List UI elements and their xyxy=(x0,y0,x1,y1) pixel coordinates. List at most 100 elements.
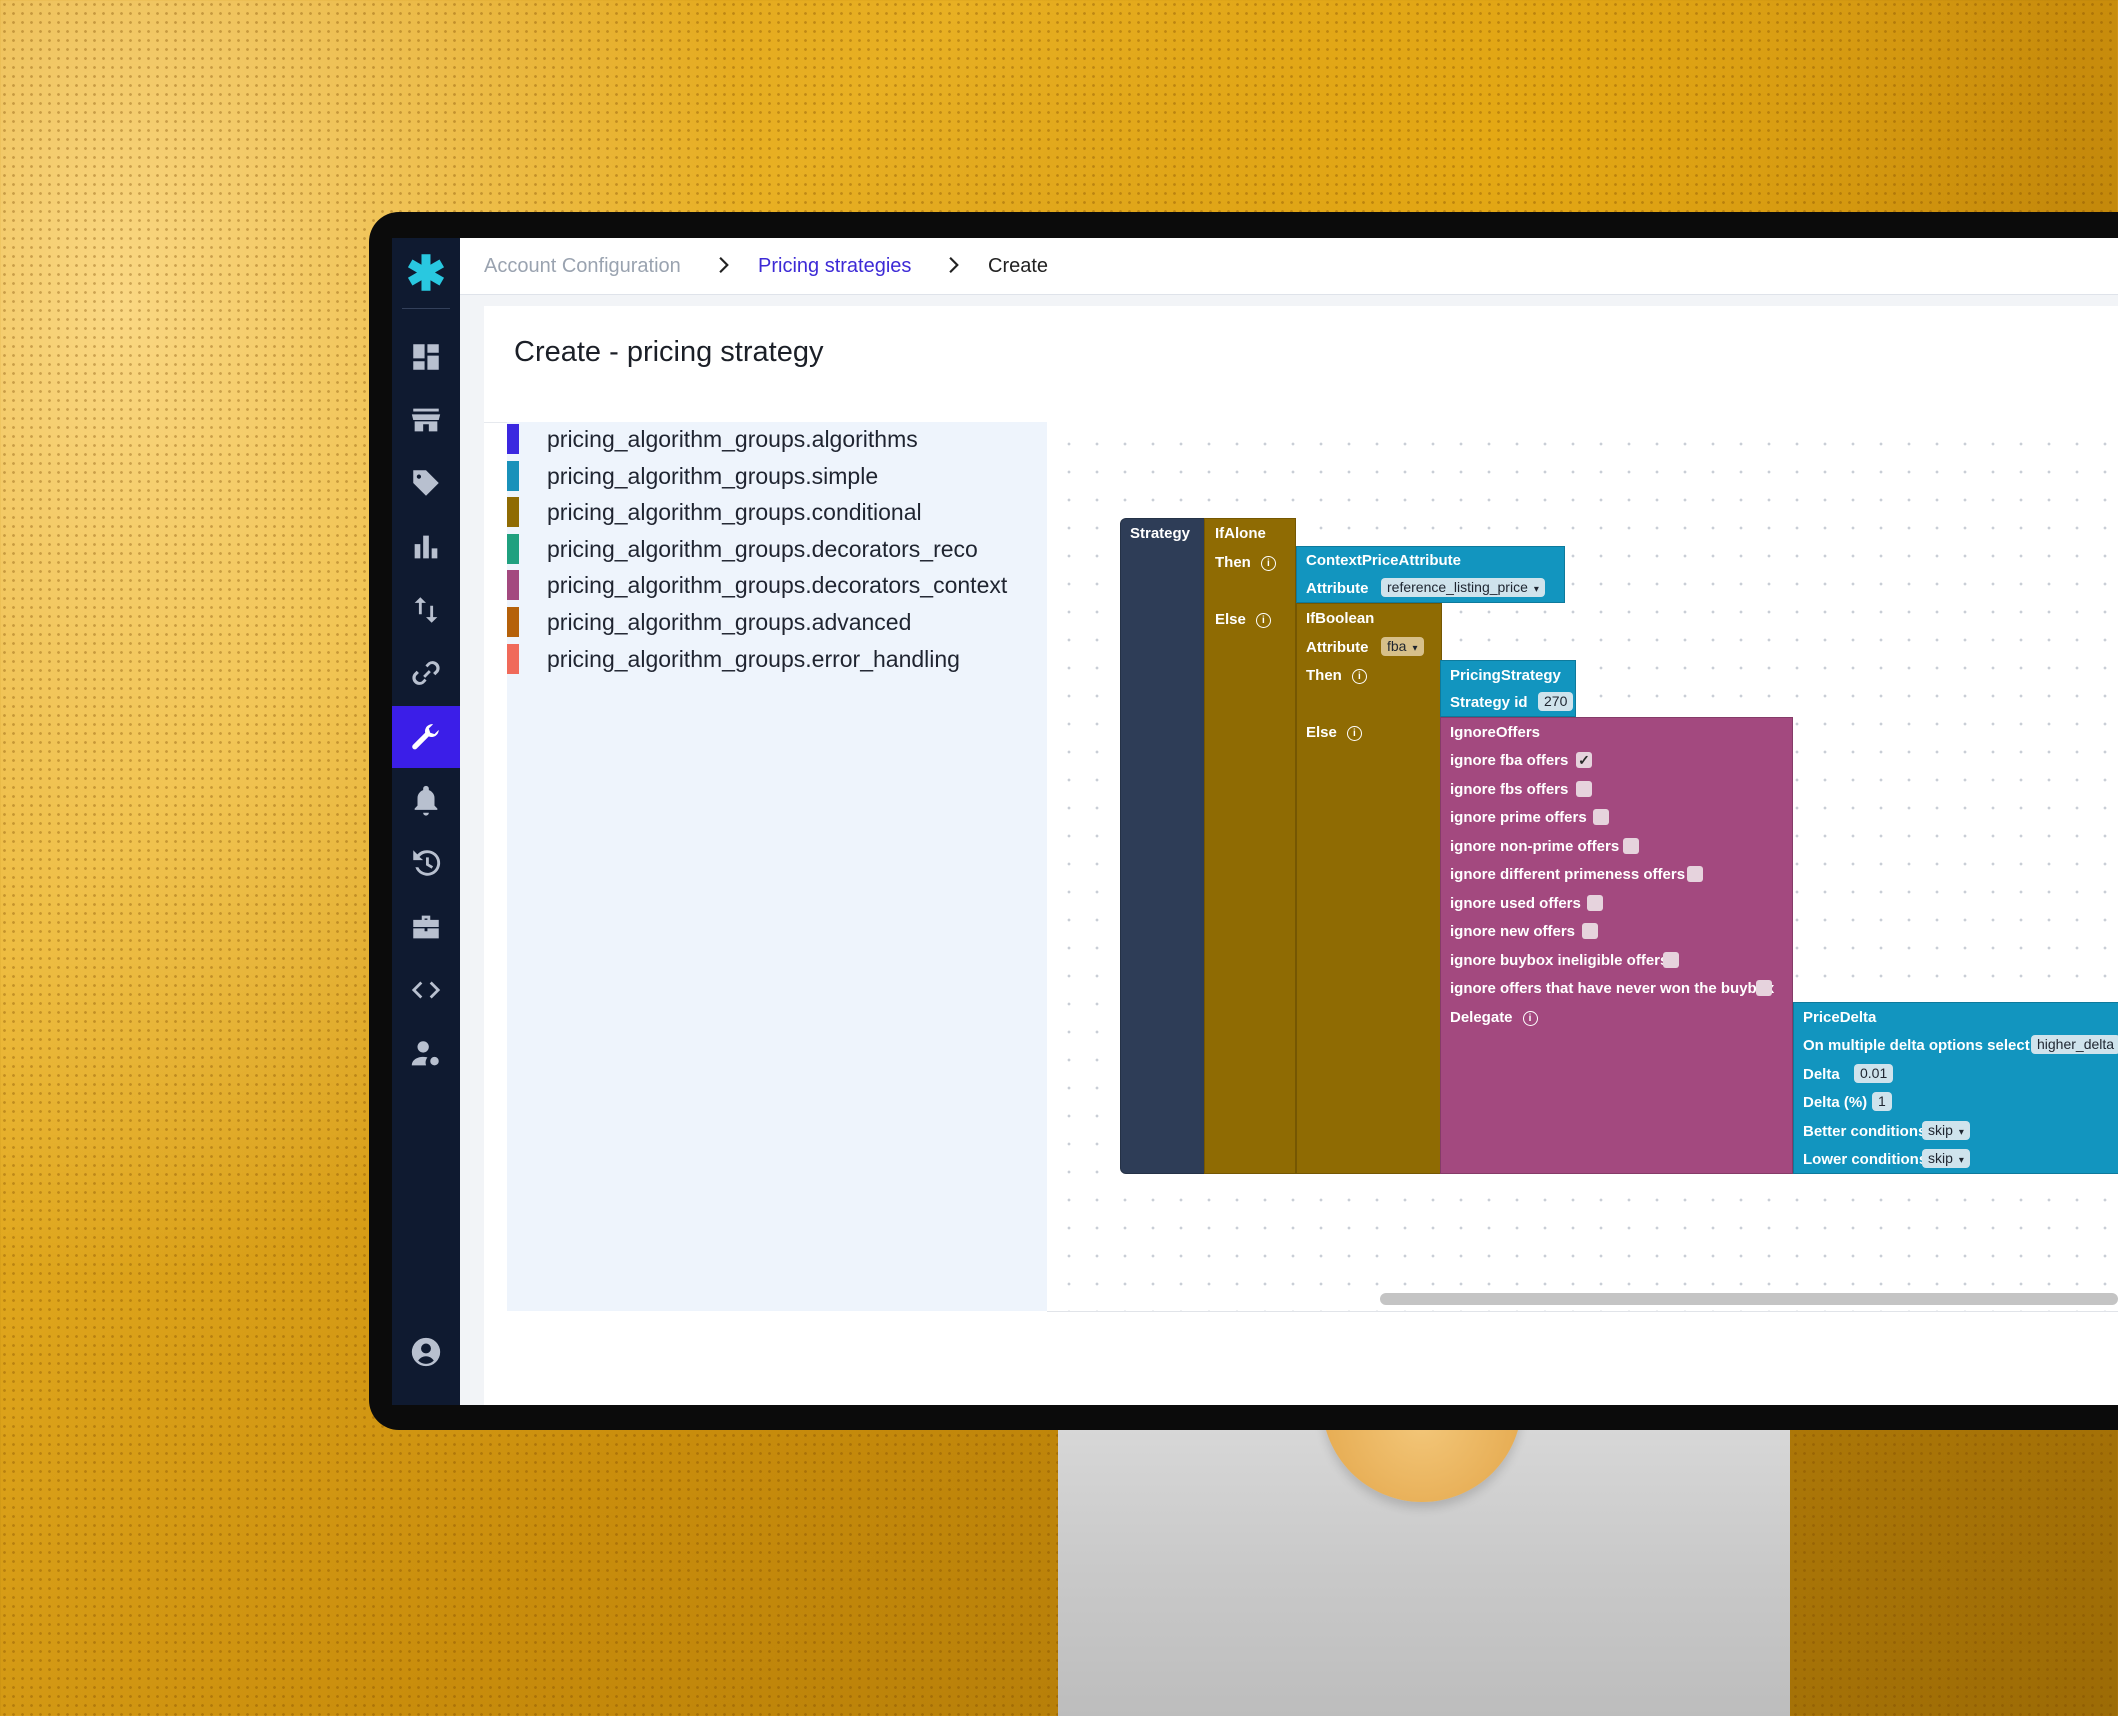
pricing-strategy-id-label: Strategy id xyxy=(1450,694,1528,711)
category-color-swatch xyxy=(507,570,519,600)
ignore-used-offers-checkbox[interactable] xyxy=(1587,895,1603,911)
strategy-block[interactable]: Strategy xyxy=(1120,518,1206,1174)
workspace-horizontal-scrollbar[interactable] xyxy=(1380,1293,2118,1305)
context-price-title: ContextPriceAttribute xyxy=(1306,552,1462,569)
ignore-fbs-offers-label: ignore fbs offers xyxy=(1450,781,1569,798)
info-icon[interactable]: i xyxy=(1260,555,1276,571)
ignore-new-offers-label: ignore new offers xyxy=(1450,923,1576,940)
main-card: Create - pricing strategy pricing_algori… xyxy=(484,306,2118,1405)
toolbox-icon[interactable] xyxy=(392,896,460,958)
toolbox-category-error-handling[interactable]: pricing_algorithm_groups.error_handling xyxy=(507,644,960,674)
bar-chart-icon[interactable] xyxy=(392,516,460,578)
if-alone-block[interactable]: IfAlone Then i Else i xyxy=(1204,518,1296,1174)
toolbox-category-label: pricing_algorithm_groups.algorithms xyxy=(547,425,918,452)
better-conditions-dropdown[interactable]: skip ▾ xyxy=(1922,1121,1970,1140)
chevron-right-icon xyxy=(940,252,966,278)
strategy-label: Strategy xyxy=(1130,525,1191,542)
if-alone-else-label: Else i xyxy=(1215,611,1271,628)
asterisk-logo-icon[interactable]: ✱ xyxy=(392,248,460,301)
dashboard-icon[interactable] xyxy=(392,326,460,388)
info-icon[interactable]: i xyxy=(1346,725,1362,741)
toolbox-category-label: pricing_algorithm_groups.decorators_reco xyxy=(547,535,978,562)
ignore-buybox-ineligible-offers-label: ignore buybox ineligible offers xyxy=(1450,952,1669,969)
price-delta-block[interactable]: PriceDelta On multiple delta options sel… xyxy=(1793,1002,2118,1174)
toolbox-category-conditional[interactable]: pricing_algorithm_groups.conditional xyxy=(507,497,922,527)
ignore-different-primeness-offers-label: ignore different primeness offers xyxy=(1450,866,1686,883)
ignore-prime-offers-checkbox[interactable] xyxy=(1593,809,1609,825)
swap-vertical-icon[interactable] xyxy=(392,579,460,641)
category-color-swatch xyxy=(507,461,519,491)
sidebar-divider xyxy=(402,308,450,309)
delta-percent-field[interactable]: 1 xyxy=(1872,1092,1892,1111)
ignore-fba-offers-label: ignore fba offers xyxy=(1450,752,1569,769)
toolbox-category-label: pricing_algorithm_groups.simple xyxy=(547,462,879,489)
breadcrumb-account-configuration[interactable]: Account Configuration xyxy=(484,238,681,294)
breadcrumb-pricing-strategies[interactable]: Pricing strategies xyxy=(758,238,911,294)
store-icon[interactable] xyxy=(392,389,460,451)
multi-delta-dropdown[interactable]: higher_delta xyxy=(2031,1035,2118,1054)
lower-conditions-dropdown[interactable]: skip ▾ xyxy=(1922,1149,1970,1168)
if-boolean-attribute-dropdown[interactable]: fba ▾ xyxy=(1381,637,1424,656)
ignore-different-primeness-offers-checkbox[interactable] xyxy=(1687,866,1703,882)
tag-icon[interactable] xyxy=(392,452,460,514)
better-conditions-label: Better conditions xyxy=(1803,1123,1927,1140)
account-circle-icon[interactable] xyxy=(392,1321,460,1383)
ignore-never-won-buybox-checkbox[interactable] xyxy=(1756,980,1772,996)
if-boolean-else-label: Else i xyxy=(1306,724,1362,741)
price-delta-title: PriceDelta xyxy=(1803,1009,1877,1026)
chevron-right-icon xyxy=(710,252,736,278)
toolbox-category-algorithms[interactable]: pricing_algorithm_groups.algorithms xyxy=(507,424,918,454)
ignore-used-offers-label: ignore used offers xyxy=(1450,895,1581,912)
app-screen: ✱ Account Configuration Pricing strategi… xyxy=(392,238,2118,1405)
category-color-swatch xyxy=(507,424,519,454)
toolbox-category-decorators-reco[interactable]: pricing_algorithm_groups.decorators_reco xyxy=(507,534,978,564)
breadcrumb: Account Configuration Pricing strategies… xyxy=(460,238,2118,295)
category-color-swatch xyxy=(507,497,519,527)
ignore-new-offers-checkbox[interactable] xyxy=(1582,923,1598,939)
info-icon[interactable]: i xyxy=(1522,1010,1538,1026)
toolbox-category-advanced[interactable]: pricing_algorithm_groups.advanced xyxy=(507,607,911,637)
pricing-strategy-block[interactable]: PricingStrategy Strategy id 270 xyxy=(1440,660,1576,717)
ignore-offers-title: IgnoreOffers xyxy=(1450,724,1541,741)
ignore-non-prime-offers-label: ignore non-prime offers xyxy=(1450,838,1620,855)
bell-icon[interactable] xyxy=(392,769,460,831)
delta-field[interactable]: 0.01 xyxy=(1854,1064,1894,1083)
wrench-icon[interactable] xyxy=(392,706,460,768)
ignore-non-prime-offers-checkbox[interactable] xyxy=(1623,838,1639,854)
if-alone-title: IfAlone xyxy=(1215,525,1266,542)
if-alone-then-label: Then i xyxy=(1215,554,1276,571)
info-icon[interactable]: i xyxy=(1351,668,1367,684)
link-icon[interactable] xyxy=(392,642,460,704)
multi-delta-label: On multiple delta options select xyxy=(1803,1037,2030,1054)
delegate-label: Delegate i xyxy=(1450,1009,1538,1026)
page-title: Create - pricing strategy xyxy=(514,336,824,368)
delta-label: Delta xyxy=(1803,1066,1840,1083)
pricing-strategy-title: PricingStrategy xyxy=(1450,667,1561,684)
code-icon[interactable] xyxy=(392,959,460,1021)
context-price-attribute-block[interactable]: ContextPriceAttribute Attribute referenc… xyxy=(1296,546,1565,603)
context-price-attribute-dropdown[interactable]: reference_listing_price ▾ xyxy=(1381,578,1545,597)
history-icon[interactable] xyxy=(392,832,460,894)
context-price-attribute-label: Attribute xyxy=(1306,580,1369,597)
ignore-buybox-ineligible-offers-checkbox[interactable] xyxy=(1663,952,1679,968)
toolbox-category-simple[interactable]: pricing_algorithm_groups.simple xyxy=(507,461,878,491)
ignore-offers-block[interactable]: IgnoreOffers ignore fba offers ✓ ignore … xyxy=(1440,717,1793,1174)
ignore-fba-offers-checkbox[interactable]: ✓ xyxy=(1576,752,1592,768)
info-icon[interactable]: i xyxy=(1255,612,1271,628)
blockly-workspace[interactable]: Strategy IfAlone Then i Else i ContextPric… xyxy=(1047,422,2118,1312)
sidebar: ✱ xyxy=(392,238,460,1405)
breadcrumb-create: Create xyxy=(988,255,1049,277)
if-boolean-attribute-label: Attribute xyxy=(1306,639,1369,656)
ignore-fbs-offers-checkbox[interactable] xyxy=(1576,781,1592,797)
if-boolean-title: IfBoolean xyxy=(1306,610,1375,627)
category-color-swatch xyxy=(507,644,519,674)
if-boolean-block[interactable]: IfBoolean Attribute fba ▾ Then i Else i xyxy=(1296,603,1442,1174)
category-color-swatch xyxy=(507,607,519,637)
category-color-swatch xyxy=(507,534,519,564)
toolbox-category-label: pricing_algorithm_groups.decorators_cont… xyxy=(547,571,1008,598)
if-boolean-then-label: Then i xyxy=(1306,667,1367,684)
user-settings-icon[interactable] xyxy=(392,1023,460,1085)
toolbox-category-decorators-context[interactable]: pricing_algorithm_groups.decorators_cont… xyxy=(507,570,1007,600)
pricing-strategy-id-field[interactable]: 270 xyxy=(1538,692,1574,711)
ignore-never-won-buybox-label: ignore offers that have never won the bu… xyxy=(1450,980,1775,997)
